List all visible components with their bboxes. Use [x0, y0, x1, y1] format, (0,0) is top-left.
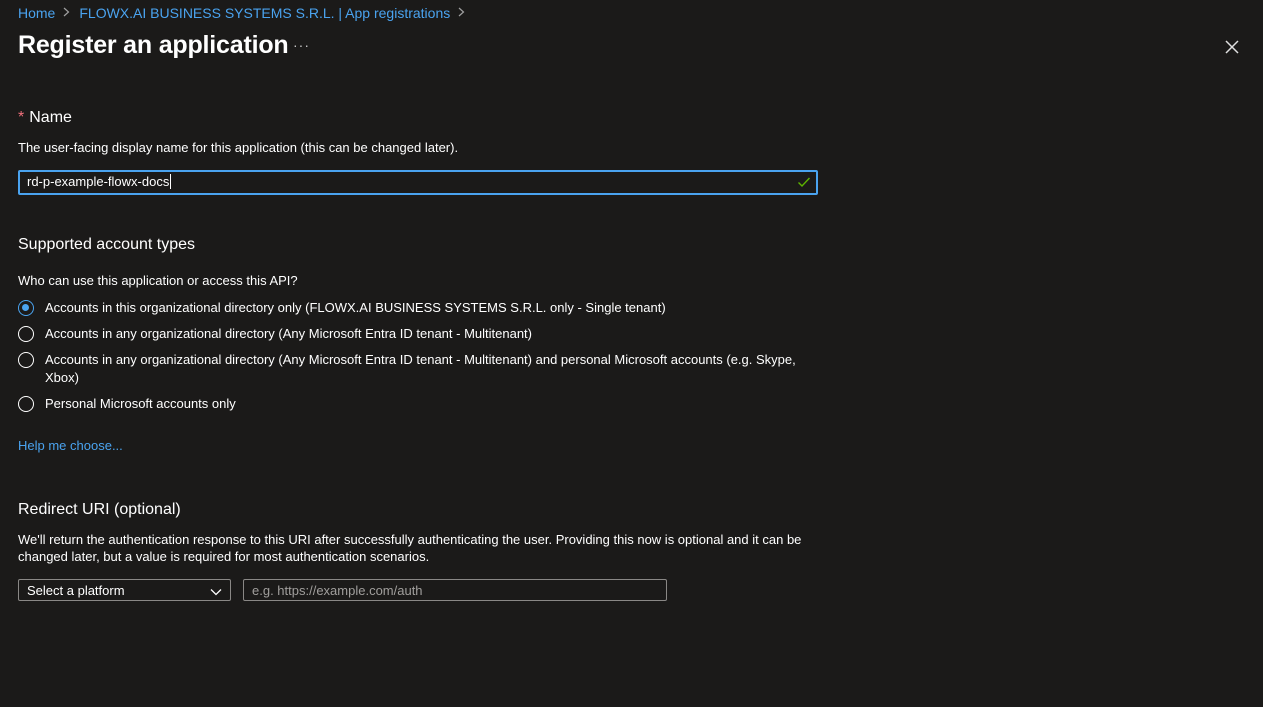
name-value-text: rd-p-example-flowx-docs — [27, 174, 170, 189]
radio-button[interactable] — [18, 326, 34, 342]
account-types-heading: Supported account types — [18, 236, 196, 253]
platform-select[interactable]: Select a platform — [18, 579, 231, 601]
name-input[interactable]: rd-p-example-flowx-docs — [18, 170, 818, 195]
redirect-uri-input[interactable] — [243, 579, 667, 601]
radio-label: Personal Microsoft accounts only — [45, 396, 236, 411]
radio-option-personal-only[interactable]: Personal Microsoft accounts only — [18, 396, 805, 413]
radio-button[interactable] — [18, 396, 34, 412]
radio-option-multitenant[interactable]: Accounts in any organizational directory… — [18, 326, 805, 343]
breadcrumb: Home FLOWX.AI BUSINESS SYSTEMS S.R.L. | … — [18, 5, 474, 21]
name-label: * Name — [18, 109, 72, 127]
radio-label: Accounts in any organizational directory… — [45, 326, 532, 341]
name-description: The user-facing display name for this ap… — [18, 140, 459, 155]
breadcrumb-app-registrations[interactable]: FLOWX.AI BUSINESS SYSTEMS S.R.L. | App r… — [79, 5, 450, 21]
radio-button[interactable] — [18, 352, 34, 368]
breadcrumb-home[interactable]: Home — [18, 5, 55, 21]
account-types-question: Who can use this application or access t… — [18, 273, 298, 288]
radio-option-multitenant-personal[interactable]: Accounts in any organizational directory… — [18, 352, 805, 387]
name-input-value: rd-p-example-flowx-docs — [27, 174, 172, 189]
platform-select-value: Select a platform — [27, 583, 125, 598]
more-icon[interactable]: ··· — [293, 37, 310, 53]
text-cursor — [170, 174, 172, 189]
required-marker: * — [18, 109, 25, 126]
name-label-text: Name — [29, 109, 72, 126]
chevron-right-icon — [458, 7, 465, 20]
radio-label: Accounts in any organizational directory… — [45, 352, 796, 385]
radio-option-single-tenant[interactable]: Accounts in this organizational director… — [18, 300, 805, 317]
help-me-choose-link[interactable]: Help me choose... — [18, 438, 123, 453]
page-title: Register an application — [18, 31, 289, 59]
chevron-right-icon — [63, 7, 70, 20]
radio-label: Accounts in this organizational director… — [45, 300, 666, 315]
radio-button-selected[interactable] — [18, 300, 34, 316]
chevron-down-icon — [210, 585, 222, 597]
close-icon[interactable] — [1222, 37, 1242, 57]
redirect-uri-heading: Redirect URI (optional) — [18, 501, 181, 518]
redirect-uri-description: We'll return the authentication response… — [18, 532, 802, 564]
checkmark-icon — [797, 175, 811, 189]
